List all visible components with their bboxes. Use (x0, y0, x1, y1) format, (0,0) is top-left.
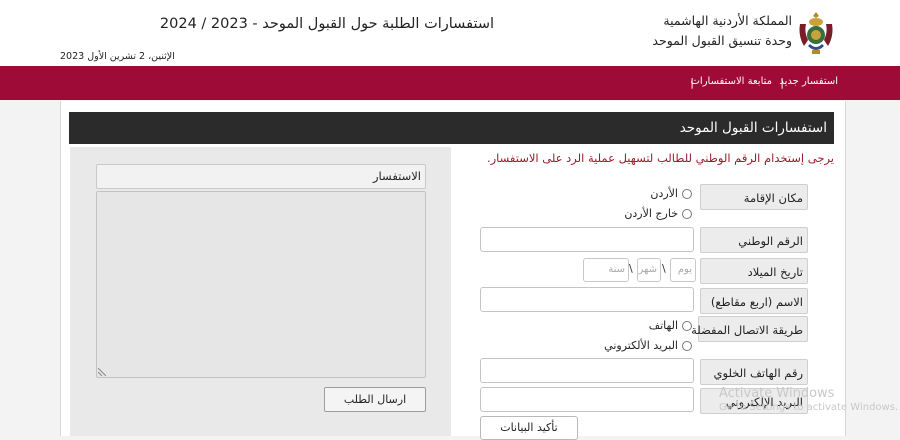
contact-option-email[interactable]: البريد الألكتروني (604, 339, 692, 352)
jordan-crest-logo (799, 12, 833, 54)
residence-label: مكان الإقامة (700, 184, 808, 210)
org-name-line2: وحدة تنسيق القبول الموحد (652, 33, 792, 48)
email-input[interactable] (480, 387, 694, 412)
radio-label: الهاتف (648, 319, 678, 332)
national-id-label: الرقم الوطني (700, 227, 808, 253)
radio-label: الأردن (650, 187, 678, 200)
nav-separator: | (780, 76, 784, 89)
radio-button[interactable] (682, 340, 692, 351)
national-id-input[interactable] (480, 227, 694, 252)
birth-year-input[interactable]: سنة (583, 258, 629, 282)
contact-option-phone[interactable]: الهاتف (649, 319, 692, 332)
mobile-label: رقم الهاتف الخلوي (700, 359, 808, 385)
birthdate-label: تاريخ الميلاد (700, 258, 808, 284)
mobile-input[interactable] (480, 358, 694, 383)
activation-watermark-subtitle: Go to Settings to activate Windows. (719, 402, 899, 413)
birth-month-input[interactable]: شهر (637, 258, 661, 282)
resize-grip-icon[interactable] (98, 368, 106, 376)
contact-method-label: طريقة الاتصال المفضلة (691, 316, 808, 342)
inquiry-textarea[interactable] (96, 191, 426, 378)
send-request-button[interactable]: ارسال الطلب (324, 387, 426, 412)
site-title: استفسارات الطلبة حول القبول الموحد - 202… (159, 16, 494, 32)
full-name-label: الاسم (اربع مقاطع) (700, 288, 808, 314)
radio-label: خارج الأردن (624, 207, 678, 220)
radio-button[interactable] (682, 208, 692, 219)
current-date: الإثنين، 2 تشرين الأول 2023 (60, 51, 175, 62)
birth-day-input[interactable]: يوم (670, 258, 696, 282)
national-id-notice: يرجى إستخدام الرقم الوطني للطالب لتسهيل … (486, 151, 834, 165)
org-name-line1: المملكة الأردنية الهاشمية (663, 13, 792, 28)
confirm-data-button[interactable]: تأكيد البيانات (480, 416, 578, 440)
full-name-input[interactable] (480, 287, 694, 312)
residence-option-abroad[interactable]: خارج الأردن (624, 207, 692, 220)
radio-button[interactable] (682, 320, 692, 331)
inquiry-label: الاستفسار (96, 164, 426, 189)
nav-new-inquiry-link[interactable]: استفسار جديد (779, 76, 838, 87)
radio-label: البريد الألكتروني (604, 339, 678, 352)
date-separator: \ (629, 262, 633, 275)
radio-button[interactable] (682, 188, 692, 199)
residence-option-jordan[interactable]: الأردن (650, 187, 692, 200)
nav-follow-up-link[interactable]: متابعة الاستفسارات (691, 76, 773, 87)
date-separator: \ (662, 262, 666, 275)
nav-separator: | (690, 76, 694, 89)
panel-title: استفسارات القبول الموحد (679, 120, 827, 136)
activation-watermark-title: Activate Windows (719, 386, 835, 401)
